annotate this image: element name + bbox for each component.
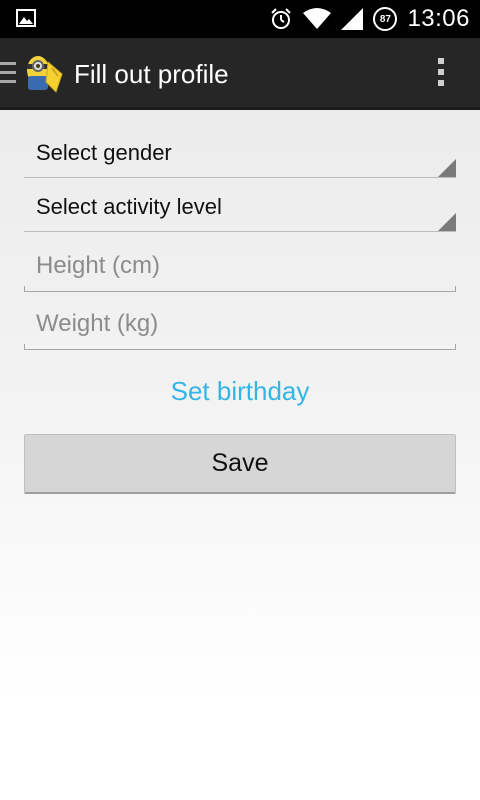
activity-spinner-label: Select activity level [36, 194, 222, 219]
drawer-icon[interactable] [0, 62, 16, 84]
weight-field-container [24, 304, 456, 350]
battery-icon: 87 [373, 7, 398, 31]
battery-level: 87 [373, 7, 398, 31]
app-icon[interactable] [22, 52, 66, 96]
action-bar: Fill out profile [0, 38, 480, 110]
page-title: Fill out profile [74, 59, 229, 89]
overflow-menu-icon[interactable] [438, 58, 446, 90]
gender-spinner-label: Select gender [36, 140, 172, 165]
save-button[interactable]: Save [24, 434, 456, 494]
weight-field-underline [24, 344, 456, 350]
wifi-icon [303, 8, 332, 30]
height-field[interactable] [24, 246, 456, 286]
alarm-icon [269, 7, 293, 31]
activity-level-spinner[interactable]: Select activity level [24, 186, 456, 232]
weight-field[interactable] [24, 304, 456, 344]
image-notification-icon [16, 9, 36, 27]
status-icons: 87 13:06 [269, 0, 470, 38]
signal-icon [341, 8, 364, 30]
clock: 13:06 [407, 5, 470, 32]
height-field-container [24, 246, 456, 292]
set-birthday-link[interactable]: Set birthday [0, 376, 480, 407]
height-field-underline [24, 286, 456, 292]
dropdown-arrow-icon [438, 213, 456, 231]
gender-spinner[interactable]: Select gender [24, 132, 456, 178]
status-bar: 87 13:06 [0, 0, 480, 38]
dropdown-arrow-icon [438, 159, 456, 177]
